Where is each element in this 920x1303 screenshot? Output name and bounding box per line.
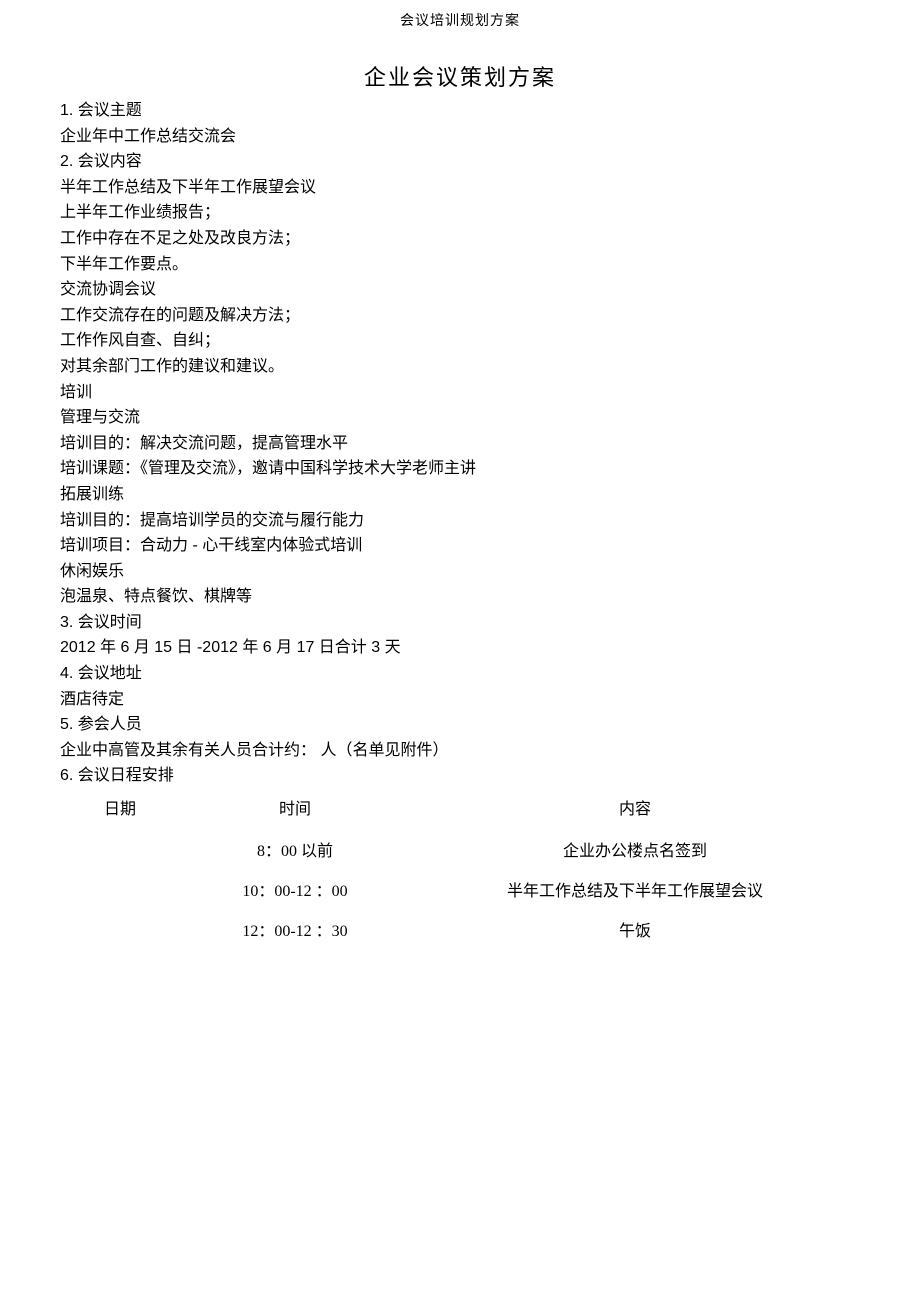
td-date	[60, 869, 180, 909]
sect2-l3: 下半年工作要点。	[60, 252, 860, 278]
sect2-l0: 半年工作总结及下半年工作展望会议	[60, 175, 860, 201]
td-content: 企业办公楼点名签到	[410, 829, 860, 869]
page: 会议培训规划方案 企业会议策划方案 1. 会议主题 企业年中工作总结交流会 2.…	[0, 0, 920, 949]
th-content: 内容	[410, 791, 860, 829]
sect2-l15: 休闲娱乐	[60, 559, 860, 585]
sect2-l4: 交流协调会议	[60, 277, 860, 303]
sect3-l0: 2012 年 6 月 15 日 -2012 年 6 月 17 日合计 3 天	[60, 635, 860, 661]
sect2-l11: 培训课题：《管理及交流》，邀请中国科学技术大学老师主讲	[60, 456, 860, 482]
sect2-l5: 工作交流存在的问题及解决方法；	[60, 303, 860, 329]
sect2-l7: 对其余部门工作的建议和建议。	[60, 354, 860, 380]
td-content: 午饭	[410, 909, 860, 949]
sect4-heading: 4. 会议地址	[60, 661, 860, 687]
sect4-l0: 酒店待定	[60, 687, 860, 713]
td-date	[60, 909, 180, 949]
sect1-l0: 企业年中工作总结交流会	[60, 124, 860, 150]
sect5-heading: 5. 参会人员	[60, 712, 860, 738]
table-row: 8：00 以前 企业办公楼点名签到	[60, 829, 860, 869]
sect2-l12: 拓展训练	[60, 482, 860, 508]
sect3-heading: 3. 会议时间	[60, 610, 860, 636]
td-date	[60, 829, 180, 869]
td-time: 10：00-12 ：00	[180, 869, 410, 909]
td-content: 半年工作总结及下半年工作展望会议	[410, 869, 860, 909]
td-time: 8：00 以前	[180, 829, 410, 869]
schedule-table: 日期 时间 内容 8：00 以前 企业办公楼点名签到 10：00-12 ：00 …	[60, 791, 860, 949]
sect5-l0: 企业中高管及其余有关人员合计约： 人（名单见附件）	[60, 738, 860, 764]
sect2-l14: 培训项目：合动力 - 心干线室内体验式培训	[60, 533, 860, 559]
th-time: 时间	[180, 791, 410, 829]
th-date: 日期	[60, 791, 180, 829]
sect2-l2: 工作中存在不足之处及改良方法；	[60, 226, 860, 252]
sect2-heading: 2. 会议内容	[60, 149, 860, 175]
sect6-heading: 6. 会议日程安排	[60, 763, 860, 789]
doc-title: 企业会议策划方案	[60, 60, 860, 92]
td-time: 12：00-12 ：30	[180, 909, 410, 949]
sect2-l1: 上半年工作业绩报告；	[60, 200, 860, 226]
table-row: 12：00-12 ：30 午饭	[60, 909, 860, 949]
sect2-l6: 工作作风自查、自纠；	[60, 328, 860, 354]
table-header-row: 日期 时间 内容	[60, 791, 860, 829]
page-header: 会议培训规划方案	[60, 10, 860, 30]
sect1-heading: 1. 会议主题	[60, 98, 860, 124]
sect2-l8: 培训	[60, 380, 860, 406]
sect2-l10: 培训目的：解决交流问题，提高管理水平	[60, 431, 860, 457]
table-row: 10：00-12 ：00 半年工作总结及下半年工作展望会议	[60, 869, 860, 909]
sect2-l16: 泡温泉、特点餐饮、棋牌等	[60, 584, 860, 610]
sect2-l13: 培训目的：提高培训学员的交流与履行能力	[60, 508, 860, 534]
sect2-l9: 管理与交流	[60, 405, 860, 431]
